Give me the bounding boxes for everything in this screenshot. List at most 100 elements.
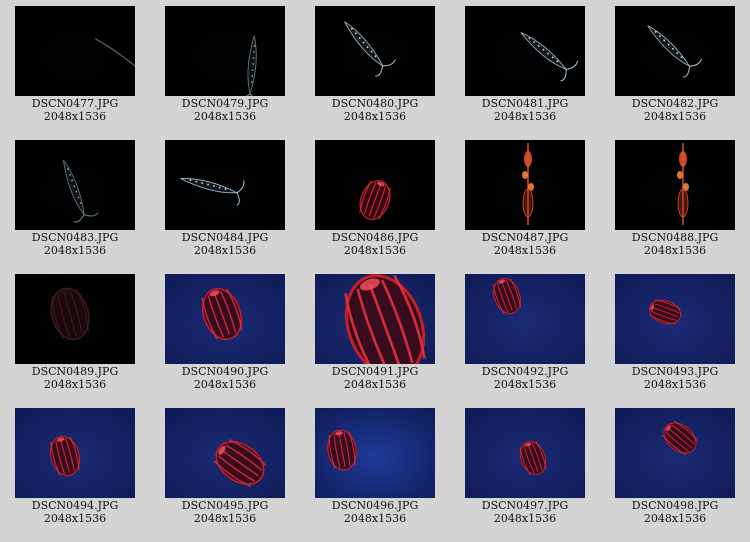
thumbnail-item[interactable]: DSCN0481.JPG 2048x1536 [465,6,585,123]
thumbnail-caption: DSCN0493.JPG 2048x1536 [615,365,735,391]
thumbnail-item[interactable]: DSCN0488.JPG 2048x1536 [615,140,735,257]
thumbnail-caption: DSCN0495.JPG 2048x1536 [165,499,285,525]
thumbnail-filename[interactable]: DSCN0482.JPG [615,97,735,110]
thumbnail-item[interactable]: DSCN0487.JPG 2048x1536 [465,140,585,257]
thumbnail-item[interactable]: DSCN0480.JPG 2048x1536 [315,6,435,123]
thumbnail-dimensions: 2048x1536 [43,110,107,123]
thumbnail-filename[interactable]: DSCN0488.JPG [615,231,735,244]
thumbnail-filename[interactable]: DSCN0492.JPG [465,365,585,378]
thumbnail-filename[interactable]: DSCN0480.JPG [315,97,435,110]
thumbnail-item[interactable]: DSCN0491.JPG 2048x1536 [315,274,435,391]
thumbnail-caption: DSCN0477.JPG 2048x1536 [15,97,135,123]
thumbnail-image[interactable] [15,408,135,498]
thumbnail-dimensions: 2048x1536 [193,110,257,123]
thumbnail-caption: DSCN0489.JPG 2048x1536 [15,365,135,391]
thumbnail-caption: DSCN0486.JPG 2048x1536 [315,231,435,257]
thumbnail-caption: DSCN0481.JPG 2048x1536 [465,97,585,123]
thumbnail-image[interactable] [465,408,585,498]
thumbnail-caption: DSCN0488.JPG 2048x1536 [615,231,735,257]
thumbnail-item[interactable]: DSCN0498.JPG 2048x1536 [615,408,735,525]
thumbnail-filename[interactable]: DSCN0493.JPG [615,365,735,378]
thumbnail-caption: DSCN0490.JPG 2048x1536 [165,365,285,391]
thumbnail-dimensions: 2048x1536 [193,512,257,525]
thumbnail-image[interactable] [315,408,435,498]
thumbnail-image[interactable] [465,6,585,96]
thumbnail-filename[interactable]: DSCN0495.JPG [165,499,285,512]
thumbnail-image[interactable] [315,274,435,364]
thumbnail-filename[interactable]: DSCN0483.JPG [15,231,135,244]
thumbnail-filename[interactable]: DSCN0487.JPG [465,231,585,244]
thumbnail-item[interactable]: DSCN0484.JPG 2048x1536 [165,140,285,257]
thumbnail-caption: DSCN0494.JPG 2048x1536 [15,499,135,525]
thumbnail-item[interactable]: DSCN0495.JPG 2048x1536 [165,408,285,525]
thumbnail-filename[interactable]: DSCN0479.JPG [165,97,285,110]
thumbnail-caption: DSCN0487.JPG 2048x1536 [465,231,585,257]
thumbnail-caption: DSCN0497.JPG 2048x1536 [465,499,585,525]
thumbnail-filename[interactable]: DSCN0486.JPG [315,231,435,244]
thumbnail-dimensions: 2048x1536 [43,378,107,391]
thumbnail-item[interactable]: DSCN0486.JPG 2048x1536 [315,140,435,257]
thumbnail-image[interactable] [15,140,135,230]
thumbnail-filename[interactable]: DSCN0498.JPG [615,499,735,512]
thumbnail-dimensions: 2048x1536 [43,512,107,525]
thumbnail-image[interactable] [315,140,435,230]
thumbnail-image[interactable] [465,274,585,364]
thumbnail-dimensions: 2048x1536 [493,244,557,257]
thumbnail-dimensions: 2048x1536 [643,378,707,391]
thumbnail-dimensions: 2048x1536 [343,244,407,257]
thumbnail-filename[interactable]: DSCN0481.JPG [465,97,585,110]
thumbnail-image[interactable] [15,6,135,96]
thumbnail-caption: DSCN0498.JPG 2048x1536 [615,499,735,525]
thumbnail-dimensions: 2048x1536 [643,512,707,525]
thumbnail-dimensions: 2048x1536 [193,378,257,391]
thumbnail-dimensions: 2048x1536 [493,110,557,123]
thumbnail-caption: DSCN0491.JPG 2048x1536 [315,365,435,391]
thumbnail-filename[interactable]: DSCN0491.JPG [315,365,435,378]
thumbnail-caption: DSCN0479.JPG 2048x1536 [165,97,285,123]
thumbnail-item[interactable]: DSCN0492.JPG 2048x1536 [465,274,585,391]
thumbnail-image[interactable] [165,140,285,230]
thumbnail-item[interactable]: DSCN0483.JPG 2048x1536 [15,140,135,257]
thumbnail-image[interactable] [615,6,735,96]
thumbnail-dimensions: 2048x1536 [643,110,707,123]
thumbnail-item[interactable]: DSCN0493.JPG 2048x1536 [615,274,735,391]
thumbnail-image[interactable] [165,408,285,498]
thumbnail-image[interactable] [615,140,735,230]
thumbnail-image[interactable] [315,6,435,96]
thumbnail-dimensions: 2048x1536 [493,378,557,391]
thumbnail-caption: DSCN0496.JPG 2048x1536 [315,499,435,525]
thumbnail-filename[interactable]: DSCN0494.JPG [15,499,135,512]
thumbnail-image[interactable] [165,6,285,96]
thumbnail-caption: DSCN0480.JPG 2048x1536 [315,97,435,123]
thumbnail-dimensions: 2048x1536 [43,244,107,257]
thumbnail-filename[interactable]: DSCN0497.JPG [465,499,585,512]
thumbnail-dimensions: 2048x1536 [643,244,707,257]
thumbnail-dimensions: 2048x1536 [343,110,407,123]
thumbnail-item[interactable]: DSCN0482.JPG 2048x1536 [615,6,735,123]
thumbnail-item[interactable]: DSCN0489.JPG 2048x1536 [15,274,135,391]
thumbnail-item[interactable]: DSCN0496.JPG 2048x1536 [315,408,435,525]
thumbnail-caption: DSCN0482.JPG 2048x1536 [615,97,735,123]
thumbnail-caption: DSCN0492.JPG 2048x1536 [465,365,585,391]
thumbnail-image[interactable] [465,140,585,230]
thumbnail-filename[interactable]: DSCN0490.JPG [165,365,285,378]
thumbnail-image[interactable] [615,274,735,364]
thumbnail-caption: DSCN0483.JPG 2048x1536 [15,231,135,257]
thumbnail-item[interactable]: DSCN0477.JPG 2048x1536 [15,6,135,123]
thumbnail-item[interactable]: DSCN0490.JPG 2048x1536 [165,274,285,391]
thumbnail-dimensions: 2048x1536 [343,378,407,391]
thumbnail-dimensions: 2048x1536 [343,512,407,525]
thumbnail-image[interactable] [15,274,135,364]
thumbnail-item[interactable]: DSCN0497.JPG 2048x1536 [465,408,585,525]
thumbnail-gallery: DSCN0477.JPG 2048x1536 DSCN0479.JPG 2048x15… [0,0,750,542]
thumbnail-item[interactable]: DSCN0479.JPG 2048x1536 [165,6,285,123]
thumbnail-filename[interactable]: DSCN0477.JPG [15,97,135,110]
thumbnail-image[interactable] [165,274,285,364]
thumbnail-filename[interactable]: DSCN0496.JPG [315,499,435,512]
thumbnail-caption: DSCN0484.JPG 2048x1536 [165,231,285,257]
thumbnail-filename[interactable]: DSCN0484.JPG [165,231,285,244]
thumbnail-filename[interactable]: DSCN0489.JPG [15,365,135,378]
thumbnail-dimensions: 2048x1536 [193,244,257,257]
thumbnail-item[interactable]: DSCN0494.JPG 2048x1536 [15,408,135,525]
thumbnail-image[interactable] [615,408,735,498]
